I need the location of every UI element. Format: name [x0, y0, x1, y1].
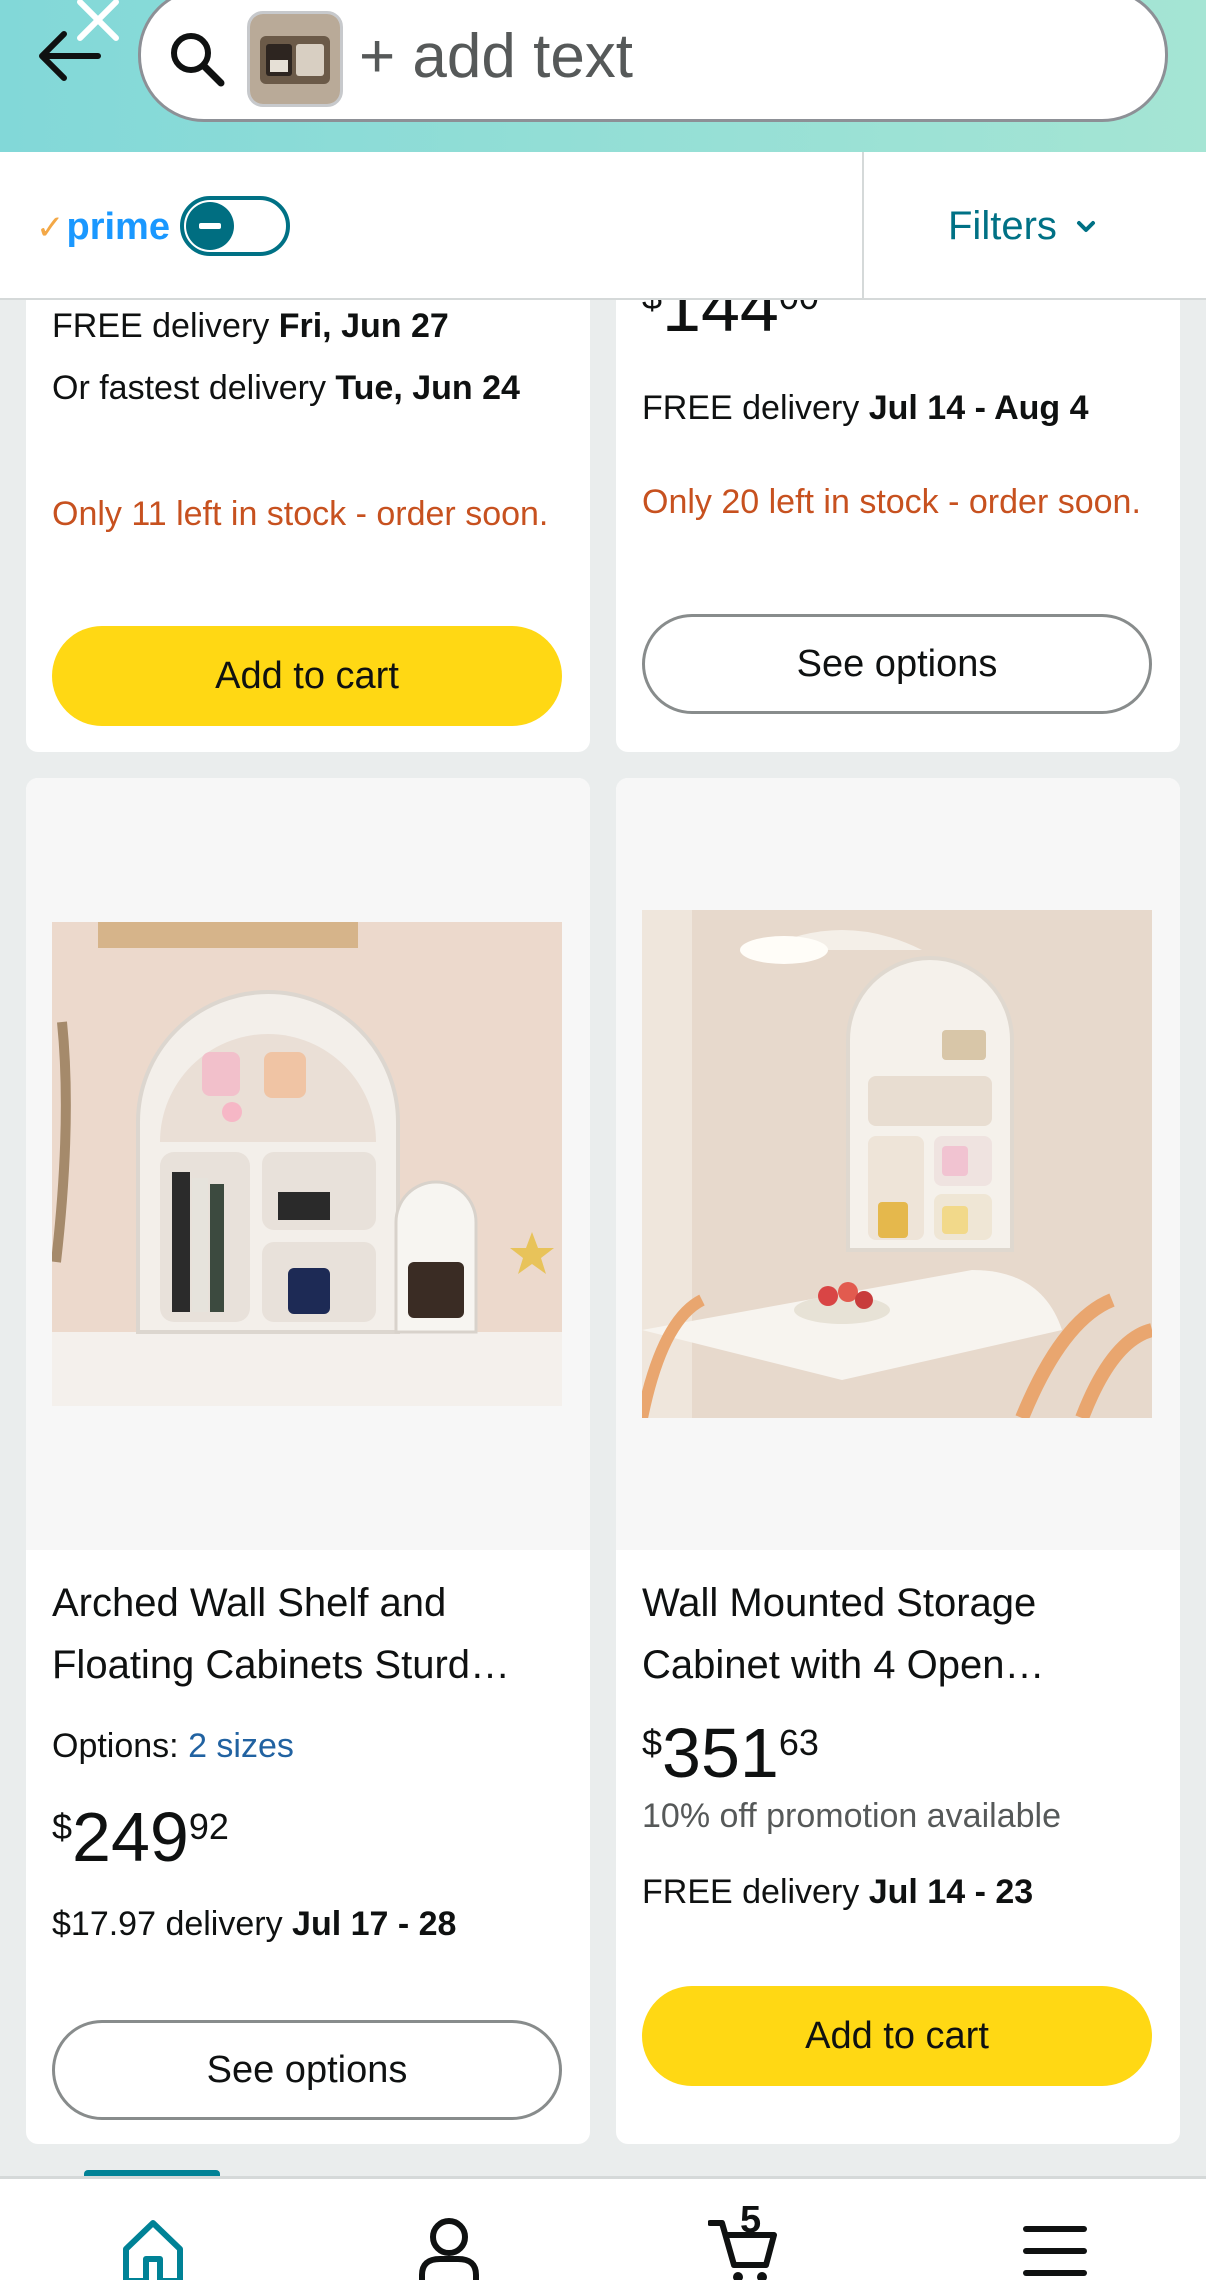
- stock-warning: Only 11 left in stock - order soon.: [52, 495, 549, 533]
- delivery-info: FREE delivery Jul 14 - Aug 4: [642, 384, 1158, 432]
- delivery-info: FREE delivery Jul 14 - 23: [642, 1868, 1158, 1916]
- prime-logo: ✓ prime: [36, 206, 170, 249]
- delivery-info: $17.97 delivery Jul 17 - 28: [52, 1900, 568, 1948]
- product-image[interactable]: [52, 922, 562, 1406]
- product-card: $ 144 00 FREE delivery Jul 14 - Aug 4 On…: [616, 250, 1180, 752]
- filters-button[interactable]: Filters: [948, 204, 1097, 249]
- delivery-prefix: $17.97 delivery: [52, 1905, 293, 1943]
- chevron-down-icon: [1076, 220, 1095, 232]
- options-link[interactable]: 2 sizes: [188, 1727, 294, 1765]
- delivery-date: Jul 14 - 23: [868, 1873, 1034, 1911]
- promotion-text: 10% off promotion available: [642, 1797, 1061, 1835]
- price: $ 249 92: [52, 1800, 229, 1874]
- divider: [862, 152, 864, 298]
- options-label: Options:: [52, 1727, 189, 1765]
- add-to-cart-button[interactable]: Add to cart: [52, 626, 562, 726]
- account-icon[interactable]: [414, 2215, 484, 2280]
- product-card: FREE delivery Fri, Jun 27 Or fastest del…: [26, 250, 590, 752]
- toggle-off-icon: [186, 202, 234, 250]
- product-image[interactable]: [642, 910, 1152, 1418]
- prime-toggle[interactable]: [180, 196, 290, 256]
- product-image-area[interactable]: [26, 778, 590, 1550]
- price: $ 351 63: [642, 1716, 819, 1790]
- search-icon[interactable]: [167, 29, 227, 89]
- price-fraction: 63: [778, 1722, 819, 1763]
- prime-logo-text: prime: [66, 206, 170, 248]
- search-results-page: + add text FREE delivery Fri, Jun 27 Or …: [0, 0, 1206, 2280]
- delivery-date: Jul 17 - 28: [292, 1905, 457, 1943]
- product-card[interactable]: Arched Wall Shelf and Floating Cabinets …: [26, 778, 590, 2144]
- product-title[interactable]: Arched Wall Shelf and Floating Cabinets …: [52, 1572, 568, 1696]
- prime-check-icon: ✓: [36, 208, 65, 247]
- stock-warning: Only 20 left in stock - order soon.: [642, 483, 1141, 521]
- price-currency: $: [642, 1722, 663, 1763]
- delivery-info: FREE delivery Fri, Jun 27: [52, 302, 568, 350]
- product-card[interactable]: Wall Mounted Storage Cabinet with 4 Open…: [616, 778, 1180, 2144]
- fastest-prefix: Or fastest delivery: [52, 369, 336, 407]
- search-bar[interactable]: + add text: [138, 0, 1168, 122]
- see-options-button[interactable]: See options: [52, 2020, 562, 2120]
- close-icon[interactable]: [66, 0, 126, 52]
- product-image-area[interactable]: [616, 778, 1180, 1550]
- thumbnail-image: [250, 14, 340, 104]
- delivery-prefix: FREE delivery: [52, 307, 279, 345]
- add-to-cart-button[interactable]: Add to cart: [642, 1986, 1152, 2086]
- menu-icon[interactable]: [1020, 2215, 1090, 2280]
- image-search-thumbnail[interactable]: [247, 11, 343, 107]
- price-whole: 249: [72, 1798, 189, 1876]
- search-query-text[interactable]: + add text: [359, 21, 633, 92]
- fastest-date: Tue, Jun 24: [335, 369, 520, 407]
- home-icon[interactable]: [118, 2215, 188, 2280]
- price-currency: $: [52, 1806, 73, 1847]
- delivery-date: Fri, Jun 27: [278, 307, 449, 345]
- price-fraction: 92: [188, 1806, 229, 1847]
- filters-label: Filters: [948, 204, 1057, 248]
- search-header: + add text: [0, 0, 1206, 152]
- options-row: Options: 2 sizes: [52, 1722, 568, 1770]
- product-title[interactable]: Wall Mounted Storage Cabinet with 4 Open…: [642, 1572, 1158, 1696]
- see-options-button[interactable]: See options: [642, 614, 1152, 714]
- delivery-date: Jul 14 - Aug 4: [868, 389, 1089, 427]
- refinement-bar: ✓ prime Filters: [0, 152, 1206, 300]
- delivery-prefix: FREE delivery: [642, 389, 869, 427]
- delivery-prefix: FREE delivery: [642, 1873, 869, 1911]
- price-whole: 351: [662, 1714, 779, 1792]
- fastest-delivery-info: Or fastest delivery Tue, Jun 24: [52, 364, 568, 412]
- cart-icon[interactable]: [708, 2215, 778, 2280]
- bottom-nav: 5: [0, 2176, 1206, 2280]
